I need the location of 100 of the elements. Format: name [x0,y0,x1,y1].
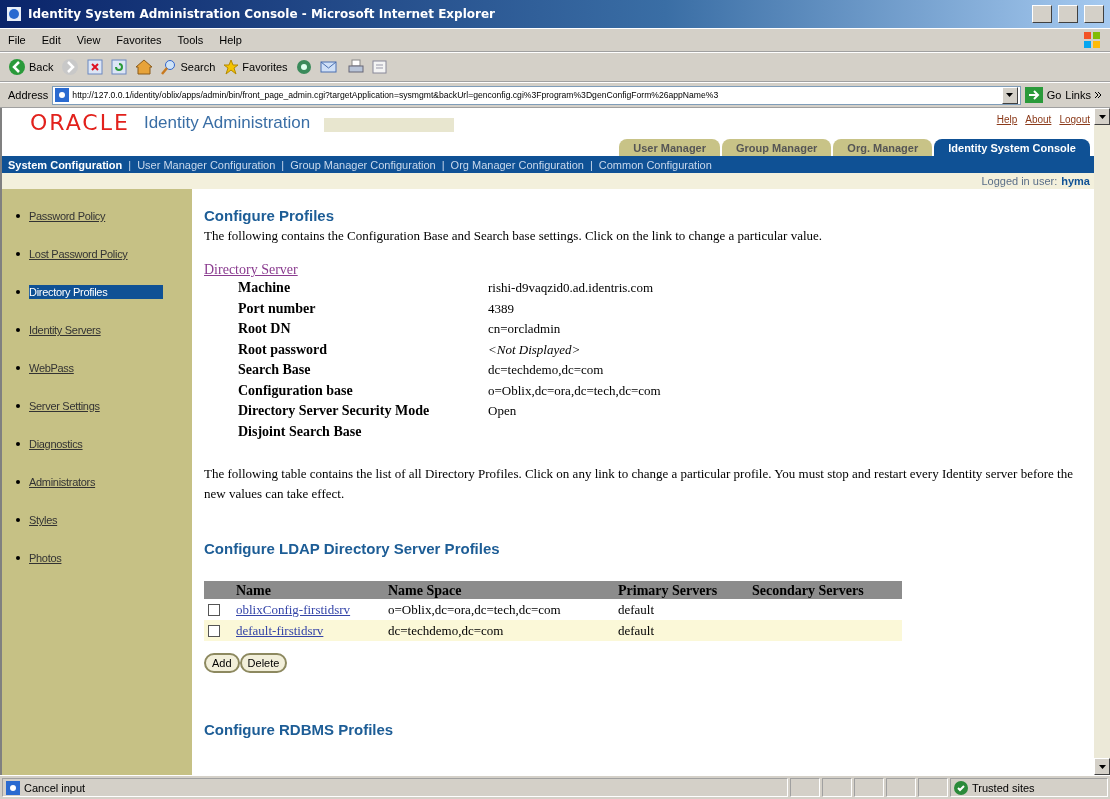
subnav-link[interactable]: Common Configuration [598,158,712,171]
nav-tab[interactable]: Group Manager [722,139,832,156]
row-checkbox[interactable] [208,603,220,616]
header-link[interactable]: Help [996,114,1018,125]
sidebar-link[interactable]: WebPass [29,361,88,375]
nav-tab[interactable]: User Manager [619,139,721,156]
header-link[interactable]: About [1025,114,1052,125]
table-cell-text: default [617,601,656,618]
favorites-button[interactable]: Favorites [223,59,288,75]
up-arrow-icon [1098,114,1106,119]
back-icon[interactable] [8,58,26,76]
edit-icon[interactable] [371,59,390,75]
bullet-icon [16,480,20,484]
field-value: rishi-d9vaqzid0.ad.identris.com [488,279,654,297]
security-zone: Trusted sites [972,781,1035,794]
oracle-logo: ORACLE [30,112,130,134]
media-icon[interactable] [295,59,312,75]
bullet-icon [16,518,20,522]
field-label: Root password [238,340,329,359]
page-icon [6,780,20,795]
section-title: Configure RDBMS Profiles [204,721,395,738]
menu-item[interactable]: Favorites [116,34,162,46]
sidebar-link[interactable]: Diagnostics [29,437,97,451]
separator: | [128,158,132,171]
menu-item[interactable]: Help [219,34,242,46]
sidebar-link[interactable]: Lost Password Policy [29,247,142,261]
field-value: dc=techdemo,dc=com [488,361,605,379]
field-label: Disjoint Search Base [238,422,363,441]
status-panel [790,778,820,797]
windows-logo-icon [1082,31,1102,49]
back-button[interactable]: Back [8,58,54,76]
refresh-icon[interactable] [111,59,128,75]
subnav-link[interactable]: Group Manager Configuration [290,158,436,171]
action-button[interactable]: Add [204,653,240,673]
field-value: cn=orcladmin [488,320,562,338]
menu-item[interactable]: View [76,34,101,46]
menu-item[interactable]: Edit [41,34,61,46]
printer-icon[interactable] [347,59,364,75]
directory-server-link[interactable]: Directory Server [204,262,298,278]
sidebar-link[interactable]: Server Settings [29,399,114,413]
menu-item[interactable]: File [8,34,26,46]
chevron-icon[interactable] [1095,92,1102,98]
field-label: Configuration base [238,381,354,400]
window-title: Identity System Administration Console - Microsoft Internet Explorer [28,7,497,21]
field-label: Port number [238,299,317,318]
field-value: Open [488,402,518,420]
profile-link[interactable]: oblixConfig-firstidsrv [236,601,351,617]
minimize-button[interactable] [1032,5,1052,23]
row-checkbox[interactable] [208,624,220,637]
user-name: hyma [1061,175,1090,187]
links-button[interactable]: Links [1065,89,1091,101]
address-field[interactable]: http://127.0.0.1/identity/oblix/apps/admin/bin/front_page_admin.cgi?targetApplication=sysmgmt&backUrl=genconfig.cgi%3Fprogram%3DgenConfigForm%26appName%3 [52,85,1021,105]
separator: | [281,158,285,171]
browser-icon [6,6,22,22]
status-panel [854,778,884,797]
bullet-icon [16,404,20,408]
field-label: Directory Server Security Mode [238,402,431,420]
status-panel [886,778,916,797]
sidebar-link[interactable]: Administrators [29,475,110,489]
column-header: Secondary Servers [751,582,865,599]
sidebar-link[interactable]: Password Policy [29,209,120,223]
sidebar-link[interactable]: Directory Profiles [29,285,163,299]
bullet-icon [16,442,20,446]
bullet-icon [16,290,20,294]
sidebar-link[interactable]: Photos [29,551,76,565]
menu-item[interactable]: Tools [177,34,204,46]
column-header: Name [235,582,272,599]
profile-link[interactable]: default-firstidsrv [236,622,324,638]
nav-tab[interactable]: Org. Manager [833,139,933,156]
status-text: Cancel input [24,781,86,794]
table-cell-text: dc=techdemo,dc=com [387,622,505,639]
close-button[interactable] [1084,5,1104,23]
stop-icon[interactable] [87,59,104,75]
home-icon[interactable] [135,59,154,75]
field-label: Machine [238,279,292,297]
table-cell-text: default [617,622,656,639]
column-header: Primary Servers [617,582,719,599]
subnav-link[interactable]: System Configuration [8,158,123,171]
field-value: 4389 [488,299,515,318]
header-link[interactable]: Logout [1059,114,1090,125]
page-icon [55,88,70,102]
sidebar-link[interactable]: Styles [29,513,72,527]
section-title: Configure Profiles [204,207,335,224]
address-label: Address [8,89,49,101]
field-label: Search Base [238,361,312,379]
action-button[interactable]: Delete [239,653,288,673]
bullet-icon [16,556,20,560]
separator: | [441,158,445,171]
subnav-link[interactable]: User Manager Configuration [137,158,276,171]
status-panel [822,778,852,797]
table-intro-text: The following table contains the list of all Directory Profiles. Click on any link to change a particular profile. You must stop and restart every Identity server before the new values can take effect. [204,465,1074,503]
scrollbar[interactable] [1094,108,1110,775]
bullet-icon [16,214,20,218]
mail-icon[interactable] [319,59,340,75]
subnav-link[interactable]: Org Manager Configuration [450,158,584,171]
search-button[interactable]: Search [161,59,216,75]
sidebar-link[interactable]: Identity Servers [29,323,115,337]
section-title: Configure LDAP Directory Server Profiles [204,540,501,557]
maximize-button[interactable] [1058,5,1078,23]
nav-tab[interactable]: Identity System Console [934,139,1090,156]
